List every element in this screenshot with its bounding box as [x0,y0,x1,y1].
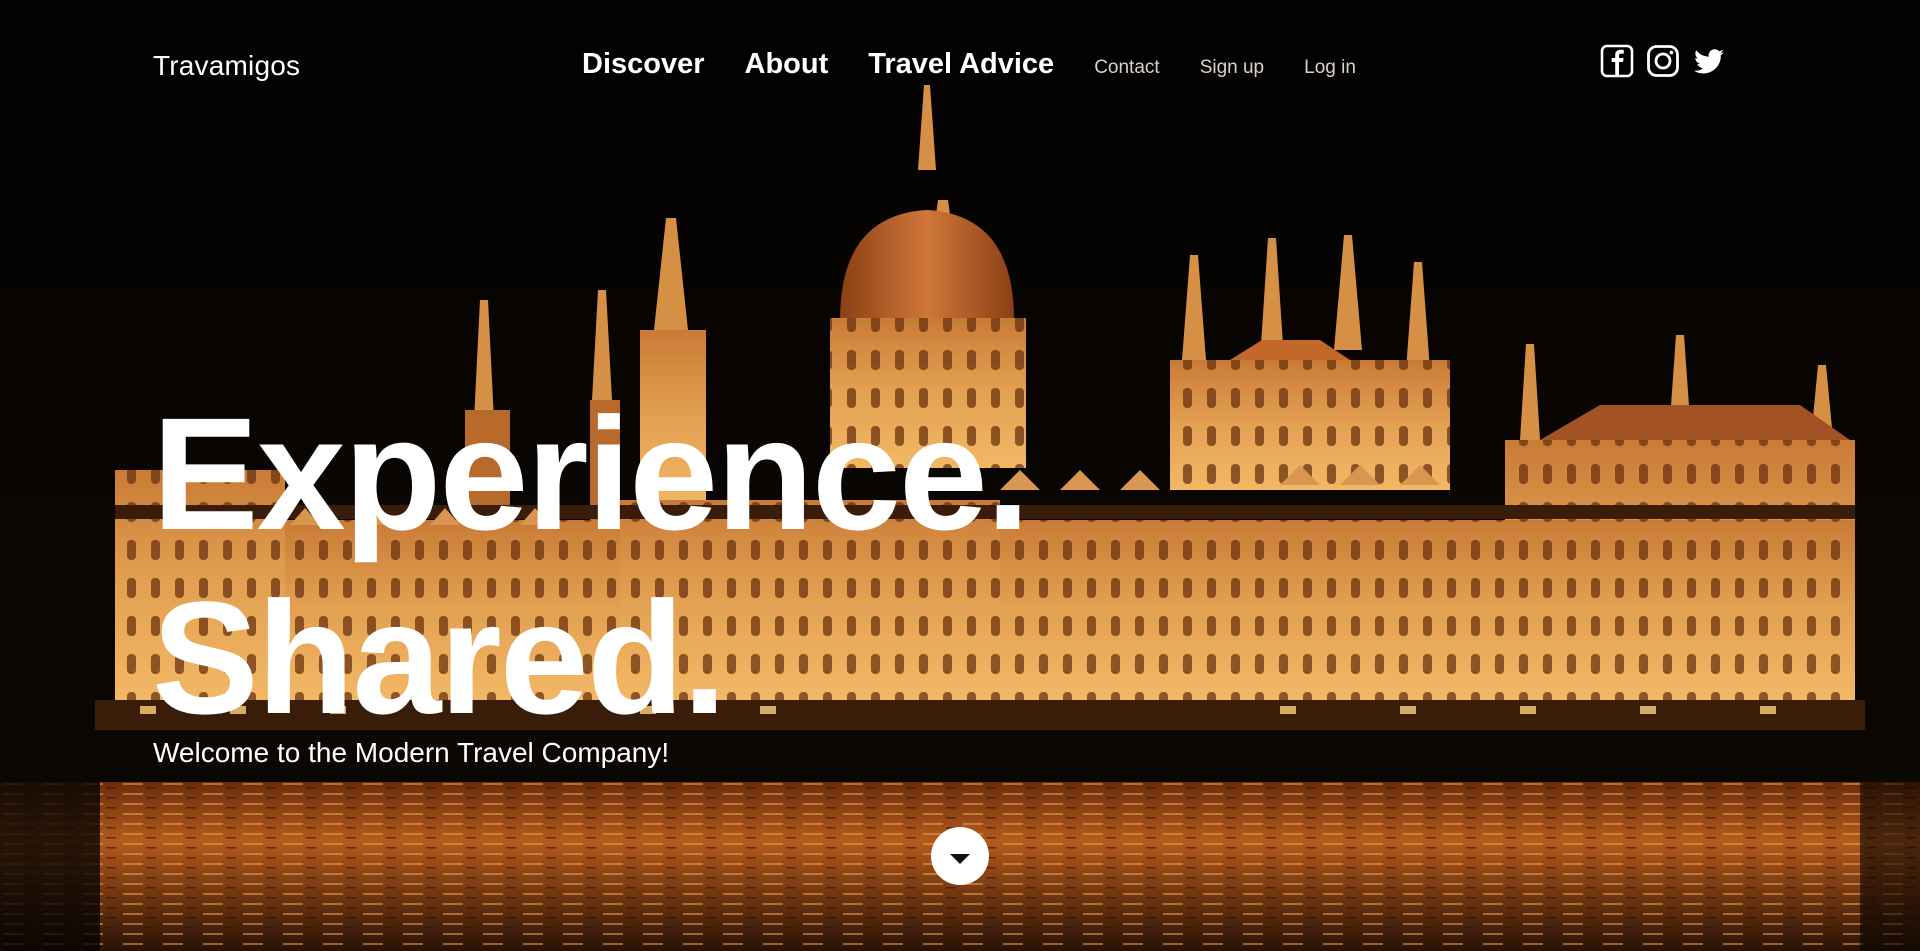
chevron-down-icon [950,853,970,864]
nav-login-link[interactable]: Log in [1304,57,1356,79]
brand-logo-link[interactable]: Travamigos [153,50,300,82]
twitter-icon[interactable] [1692,44,1726,78]
scroll-down-button[interactable] [931,827,989,885]
social-links [1600,44,1726,78]
top-navigation: Travamigos Discover About Travel Advice … [0,0,1920,140]
nav-about-link[interactable]: About [745,48,829,81]
hero-tagline: Welcome to the Modern Travel Company! [153,737,670,768]
hero-section: Travamigos Discover About Travel Advice … [0,0,1920,951]
instagram-icon[interactable] [1646,44,1680,78]
nav-contact-link[interactable]: Contact [1094,57,1159,79]
nav-travel-advice-link[interactable]: Travel Advice [868,48,1054,81]
hero-headline-line-2: Shared. [152,568,727,747]
hero-headline: Experience. Shared. [152,382,1030,750]
main-nav: Discover About Travel Advice Contact Sig… [582,48,1396,81]
nav-discover-link[interactable]: Discover [582,48,705,81]
facebook-icon[interactable] [1600,44,1634,78]
hero-headline-line-1: Experience. [152,384,1030,563]
nav-signup-link[interactable]: Sign up [1200,57,1264,79]
